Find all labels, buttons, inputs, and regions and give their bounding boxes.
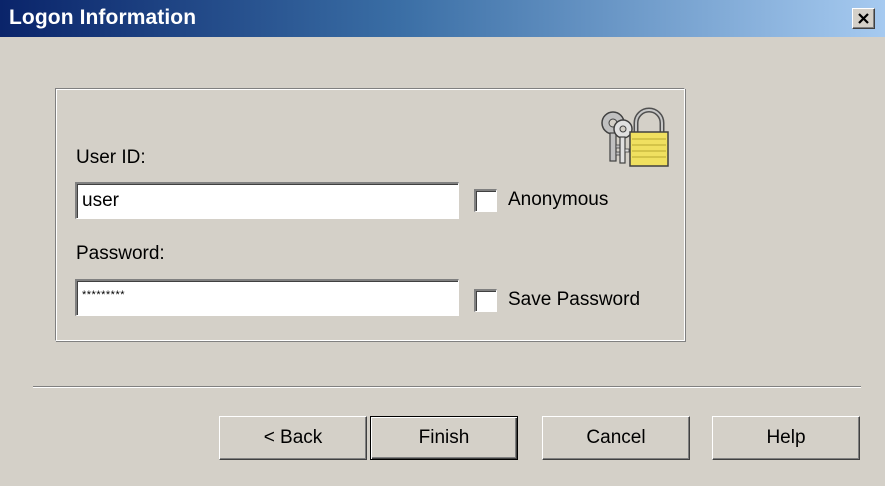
password-label: Password: bbox=[76, 243, 165, 264]
anonymous-checkbox[interactable] bbox=[474, 189, 497, 212]
help-button[interactable]: Help bbox=[712, 416, 860, 460]
logon-information-dialog: Logon Information User ID: user Anonymou… bbox=[0, 0, 885, 486]
back-button[interactable]: < Back bbox=[219, 416, 367, 460]
separator bbox=[33, 386, 861, 388]
save-password-label[interactable]: Save Password bbox=[508, 289, 640, 311]
cancel-button[interactable]: Cancel bbox=[542, 416, 690, 460]
close-button[interactable] bbox=[852, 8, 875, 29]
user-id-input[interactable]: user bbox=[75, 182, 459, 219]
window-title: Logon Information bbox=[9, 6, 197, 29]
finish-button[interactable]: Finish bbox=[370, 416, 518, 460]
keys-and-padlock-icon bbox=[601, 107, 669, 167]
save-password-checkbox[interactable] bbox=[474, 289, 497, 312]
password-input[interactable]: ********* bbox=[75, 279, 459, 316]
close-icon bbox=[858, 13, 869, 24]
user-id-label: User ID: bbox=[76, 147, 146, 168]
title-bar[interactable]: Logon Information bbox=[0, 0, 885, 37]
anonymous-label[interactable]: Anonymous bbox=[508, 189, 608, 211]
